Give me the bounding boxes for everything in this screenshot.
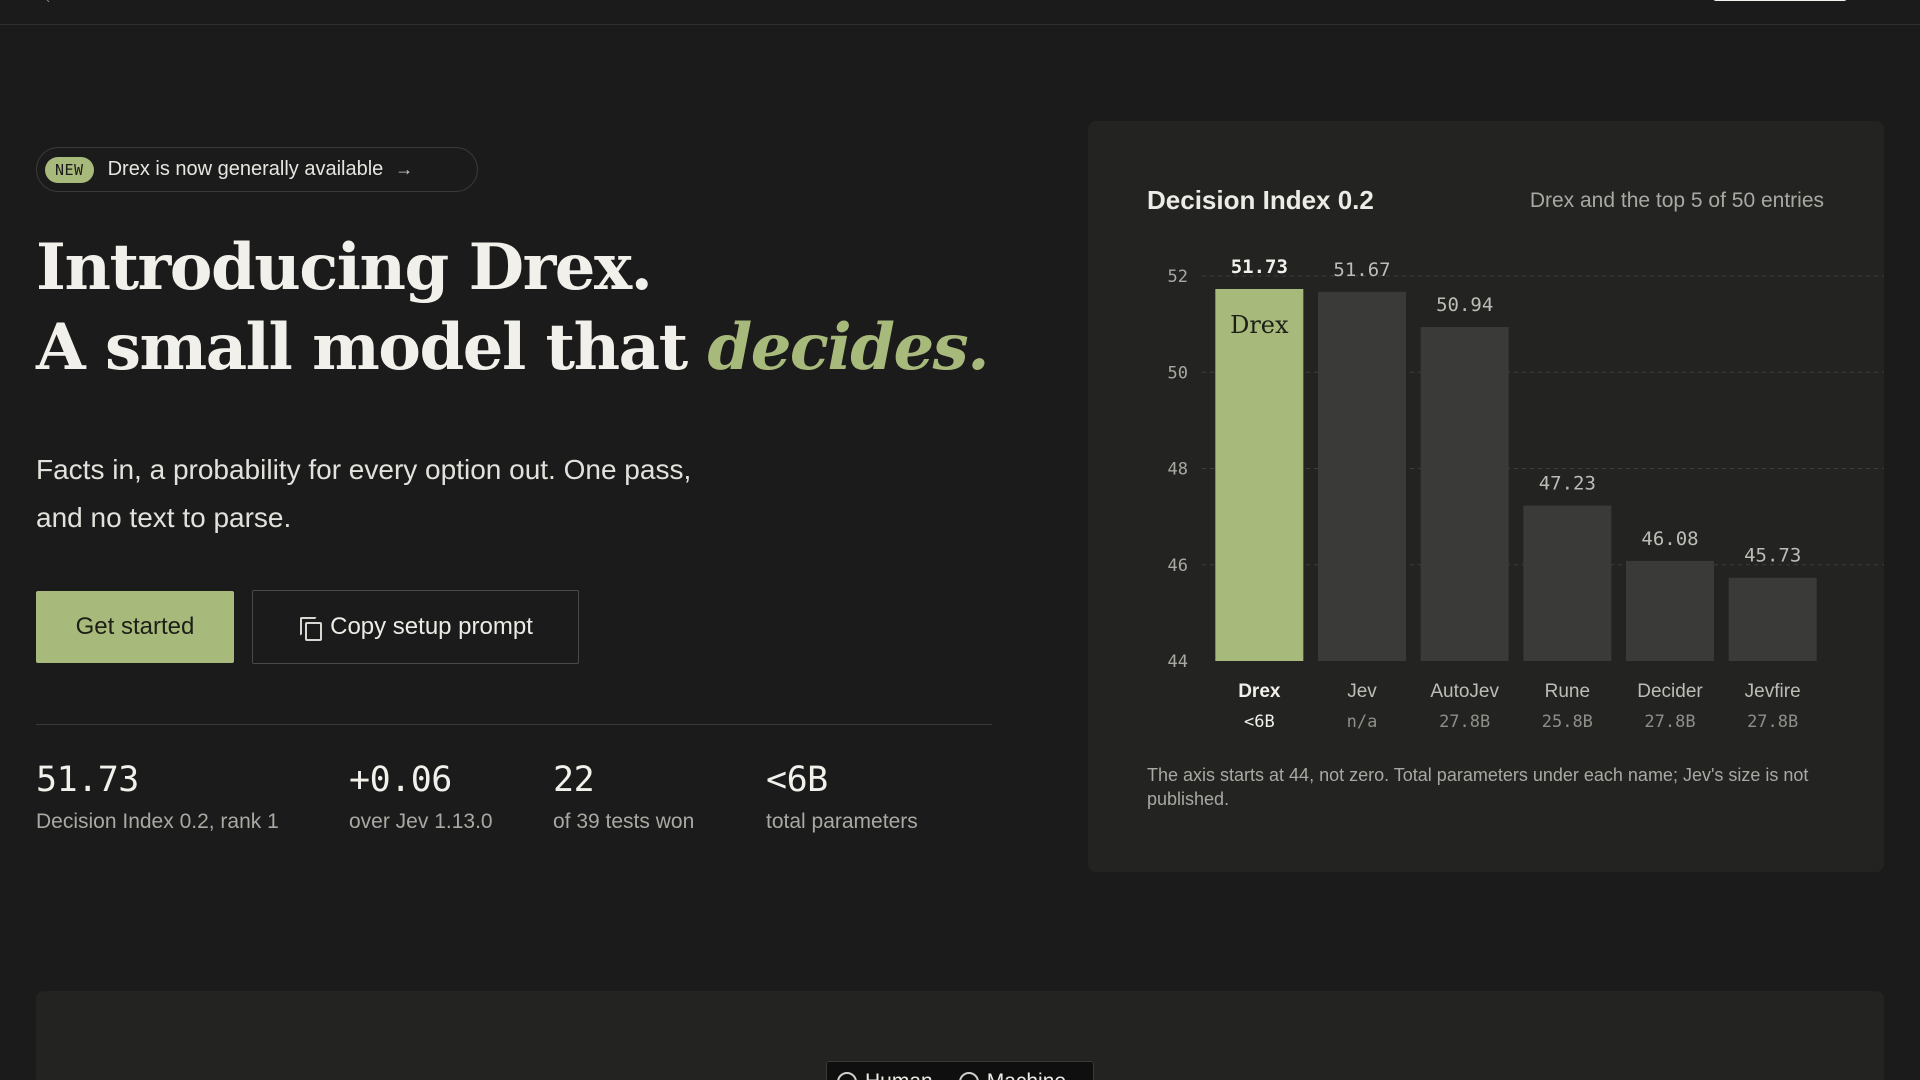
hero-headline: Introducing Drex. A small model that dec… xyxy=(36,228,1036,388)
bar-value-label: 47.23 xyxy=(1539,473,1596,495)
nav-menu-icon[interactable]: ‹ xyxy=(46,0,56,6)
x-category-label: Rune xyxy=(1545,681,1590,702)
x-size-label: 27.8B xyxy=(1747,712,1798,732)
option-machine[interactable]: Machine xyxy=(958,1070,1066,1080)
bar-rune xyxy=(1523,505,1612,661)
y-tick-label: 44 xyxy=(1168,652,1188,672)
x-size-label: 27.8B xyxy=(1439,712,1490,732)
copy-setup-prompt-button[interactable]: Copy setup prompt xyxy=(252,590,579,664)
stat-label: of 39 tests won xyxy=(553,810,695,833)
y-tick-label: 46 xyxy=(1168,556,1188,576)
x-size-label: 25.8B xyxy=(1542,712,1593,732)
radio-icon xyxy=(837,1072,857,1080)
bar-chart: 44 46 48 50 52 51.73 Drex <6B Drex 51.67 Jev n/a 50.… xyxy=(1168,256,1884,732)
y-tick-label: 50 xyxy=(1168,363,1188,383)
bar-decider xyxy=(1626,560,1714,661)
in-bar-label: Drex xyxy=(1230,311,1289,339)
announcement-text: Drex is now generally available xyxy=(107,158,384,180)
stat-value: <6B xyxy=(766,760,828,800)
benchmark-card: Decision Index 0.2 Drex and the top 5 of… xyxy=(1088,121,1884,872)
stats-divider xyxy=(36,724,992,725)
bar-value-label: 50.94 xyxy=(1436,294,1493,316)
x-category-label: Jevfire xyxy=(1745,681,1801,702)
option-human[interactable]: Human xyxy=(837,1070,933,1080)
stat-value: 22 xyxy=(553,760,595,800)
stat-value: +0.06 xyxy=(349,760,452,800)
option-label: Human xyxy=(865,1070,933,1080)
y-tick-label: 48 xyxy=(1168,460,1188,480)
mode-toggle[interactable]: Human Machine xyxy=(826,1061,1094,1080)
stat-label: total parameters xyxy=(766,810,918,833)
stat-margin: +0.06 over Jev 1.13.0 xyxy=(349,760,493,834)
bar-autojev xyxy=(1420,327,1509,661)
hero-subhead: Facts in, a probability for every option… xyxy=(36,454,692,533)
bar-value-label: 51.67 xyxy=(1333,259,1390,281)
stat-score: 51.73 Decision Index 0.2, rank 1 xyxy=(36,760,279,834)
x-category-label: AutoJev xyxy=(1430,681,1499,702)
x-size-label: 27.8B xyxy=(1644,712,1695,732)
bar-jev xyxy=(1318,291,1406,661)
headline-line-1: Introducing Drex. xyxy=(36,230,653,305)
x-size-label: <6B xyxy=(1244,712,1275,732)
announcement-pill[interactable]: NEW Drex is now generally available → xyxy=(36,147,478,192)
top-nav-bar: ‹ xyxy=(0,0,1920,25)
y-tick-label: 52 xyxy=(1168,267,1188,287)
option-label: Machine xyxy=(987,1070,1066,1080)
bar-value-label: 45.73 xyxy=(1744,545,1801,567)
bar-drex xyxy=(1215,288,1304,661)
arrow-right-icon: → xyxy=(395,159,414,179)
new-badge: NEW xyxy=(45,156,94,183)
bar-value-label: 46.08 xyxy=(1641,528,1698,550)
stat-value: 51.73 xyxy=(36,760,139,800)
get-started-button[interactable]: Get started xyxy=(36,591,234,663)
copy-setup-prompt-label: Copy setup prompt xyxy=(330,613,533,640)
bar-jevfire xyxy=(1728,577,1817,661)
stat-parameters: <6B total parameters xyxy=(766,760,918,834)
headline-accent: decides. xyxy=(707,310,989,385)
x-size-label: n/a xyxy=(1347,712,1378,732)
headline-line-2: A small model that xyxy=(36,310,708,385)
nav-action-button[interactable] xyxy=(1713,0,1847,1)
chart-footnote: The axis starts at 44, not zero. Total p… xyxy=(1147,765,1809,809)
stat-tests-won: 22 of 39 tests won xyxy=(553,760,694,834)
stat-label: Decision Index 0.2, rank 1 xyxy=(36,810,279,833)
bar-value-label: 51.73 xyxy=(1231,256,1288,278)
x-category-label: Drex xyxy=(1238,681,1281,702)
x-category-label: Jev xyxy=(1347,681,1377,702)
x-category-label: Decider xyxy=(1637,681,1703,702)
radio-icon xyxy=(958,1072,979,1080)
stat-label: over Jev 1.13.0 xyxy=(349,810,493,833)
copy-icon xyxy=(298,616,323,641)
